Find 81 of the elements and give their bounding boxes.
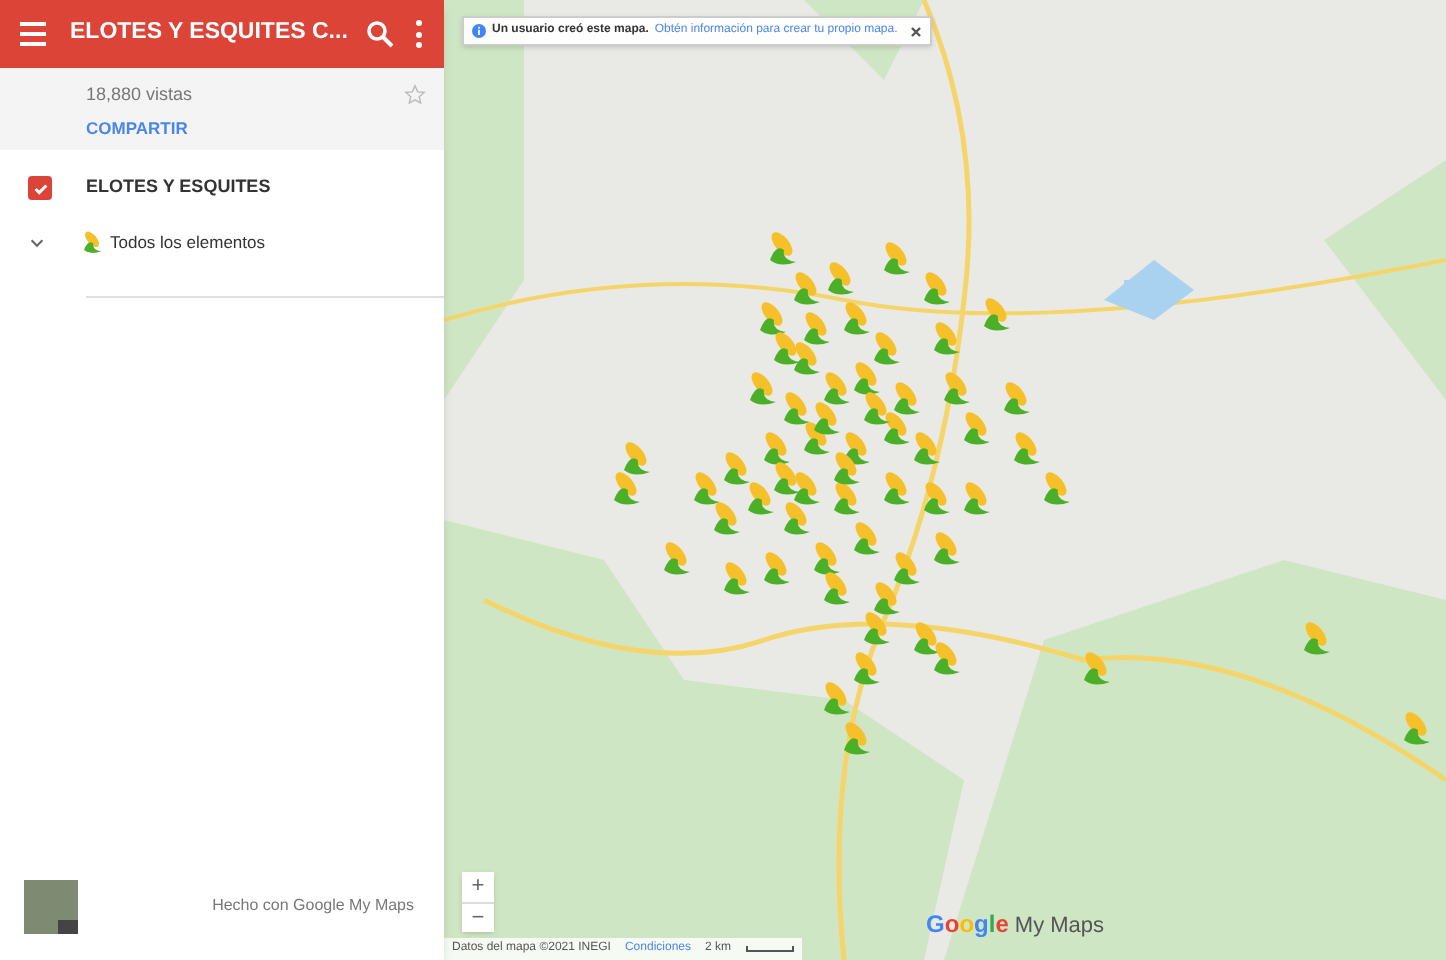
- corn-marker-icon[interactable]: [760, 550, 792, 586]
- corn-marker-icon[interactable]: [810, 400, 842, 436]
- feature-list-item[interactable]: Todos los elementos: [110, 229, 265, 255]
- corn-marker-icon[interactable]: [840, 720, 872, 756]
- corn-marker-icon[interactable]: [850, 520, 882, 556]
- corn-marker-icon[interactable]: [780, 390, 812, 426]
- made-with-text: Hecho con Google My Maps: [212, 894, 414, 918]
- corn-marker-icon[interactable]: [710, 500, 742, 536]
- scale-bar: [745, 946, 794, 952]
- corn-marker-icon[interactable]: [890, 550, 922, 586]
- corn-marker-icon[interactable]: [980, 296, 1012, 332]
- corn-marker-icon[interactable]: [790, 470, 822, 506]
- satellite-thumbnail[interactable]: [24, 879, 78, 933]
- corn-marker-icon[interactable]: [800, 310, 832, 346]
- corn-marker-icon[interactable]: [720, 450, 752, 486]
- corn-marker-icon[interactable]: [1000, 380, 1032, 416]
- corn-marker-icon[interactable]: [910, 430, 942, 466]
- corn-marker-icon[interactable]: [880, 240, 912, 276]
- corn-marker-icon[interactable]: [780, 500, 812, 536]
- corn-marker-icon[interactable]: [690, 470, 722, 506]
- corn-marker-icon[interactable]: [770, 460, 802, 496]
- corn-marker-icon[interactable]: [1400, 710, 1432, 746]
- share-link[interactable]: COMPARTIR: [86, 118, 188, 138]
- checkmark-icon: [31, 179, 49, 197]
- corn-marker-icon[interactable]: [850, 650, 882, 686]
- corn-icon: [80, 230, 104, 254]
- corn-marker-icon[interactable]: [890, 380, 922, 416]
- corn-marker-icon[interactable]: [930, 320, 962, 356]
- map-title: ELOTES Y ESQUITES C...: [70, 18, 348, 49]
- corn-marker-icon[interactable]: [1080, 650, 1112, 686]
- corn-marker-icon[interactable]: [790, 270, 822, 306]
- corn-marker-icon[interactable]: [820, 370, 852, 406]
- corn-marker-icon[interactable]: [880, 410, 912, 446]
- corn-marker-icon[interactable]: [930, 640, 962, 676]
- corn-marker-icon[interactable]: [960, 410, 992, 446]
- corn-marker-icon[interactable]: [610, 470, 642, 506]
- more-options-button[interactable]: [412, 20, 424, 48]
- corn-marker-icon[interactable]: [720, 560, 752, 596]
- info-icon: [472, 24, 486, 38]
- layer-checkbox[interactable]: [28, 176, 52, 200]
- corn-marker-icon[interactable]: [830, 480, 862, 516]
- corn-marker-icon[interactable]: [1040, 470, 1072, 506]
- corn-marker-icon[interactable]: [910, 620, 942, 656]
- corn-marker-icon[interactable]: [660, 540, 692, 576]
- google-wordmark: Google: [926, 907, 1009, 941]
- corn-marker-icon[interactable]: [744, 480, 776, 516]
- corn-marker-icon[interactable]: [920, 480, 952, 516]
- corn-marker-icon[interactable]: [870, 580, 902, 616]
- search-button[interactable]: [366, 20, 394, 48]
- corn-marker-icon[interactable]: [770, 330, 802, 366]
- close-button[interactable]: [909, 25, 922, 37]
- corn-marker-icon[interactable]: [810, 540, 842, 576]
- corn-marker-icon[interactable]: [940, 370, 972, 406]
- corn-marker-icon[interactable]: [820, 680, 852, 716]
- zoom-in-button[interactable]: +: [462, 872, 494, 902]
- corn-marker-icon[interactable]: [920, 270, 952, 306]
- corn-marker-icon[interactable]: [860, 390, 892, 426]
- star-icon[interactable]: [404, 84, 426, 106]
- corn-marker-icon[interactable]: [860, 610, 892, 646]
- corn-marker-icon[interactable]: [746, 370, 778, 406]
- corn-marker-icon[interactable]: [880, 470, 912, 506]
- corn-marker-icon[interactable]: [620, 440, 652, 476]
- corn-marker-icon[interactable]: [766, 230, 798, 266]
- corn-marker-icon[interactable]: [840, 300, 872, 336]
- corn-marker-icon[interactable]: [824, 260, 856, 296]
- layer-name: ELOTES Y ESQUITES: [86, 174, 271, 201]
- corn-marker-icon[interactable]: [1010, 430, 1042, 466]
- zoom-out-button[interactable]: −: [462, 902, 494, 932]
- corn-marker-icon[interactable]: [756, 300, 788, 336]
- corn-marker-icon[interactable]: [830, 450, 862, 486]
- view-count: 18,880 vistas: [86, 84, 193, 106]
- corn-marker-icon[interactable]: [960, 480, 992, 516]
- corn-marker-icon[interactable]: [820, 570, 852, 606]
- corn-marker-icon[interactable]: [1300, 620, 1332, 656]
- corn-marker-icon[interactable]: [850, 360, 882, 396]
- corn-marker-icon[interactable]: [870, 330, 902, 366]
- product-name: My Maps: [1014, 911, 1105, 941]
- corn-marker-icon[interactable]: [930, 530, 962, 566]
- menu-button[interactable]: [20, 20, 52, 48]
- corn-marker-icon[interactable]: [790, 340, 822, 376]
- corn-marker-icon[interactable]: [760, 430, 792, 466]
